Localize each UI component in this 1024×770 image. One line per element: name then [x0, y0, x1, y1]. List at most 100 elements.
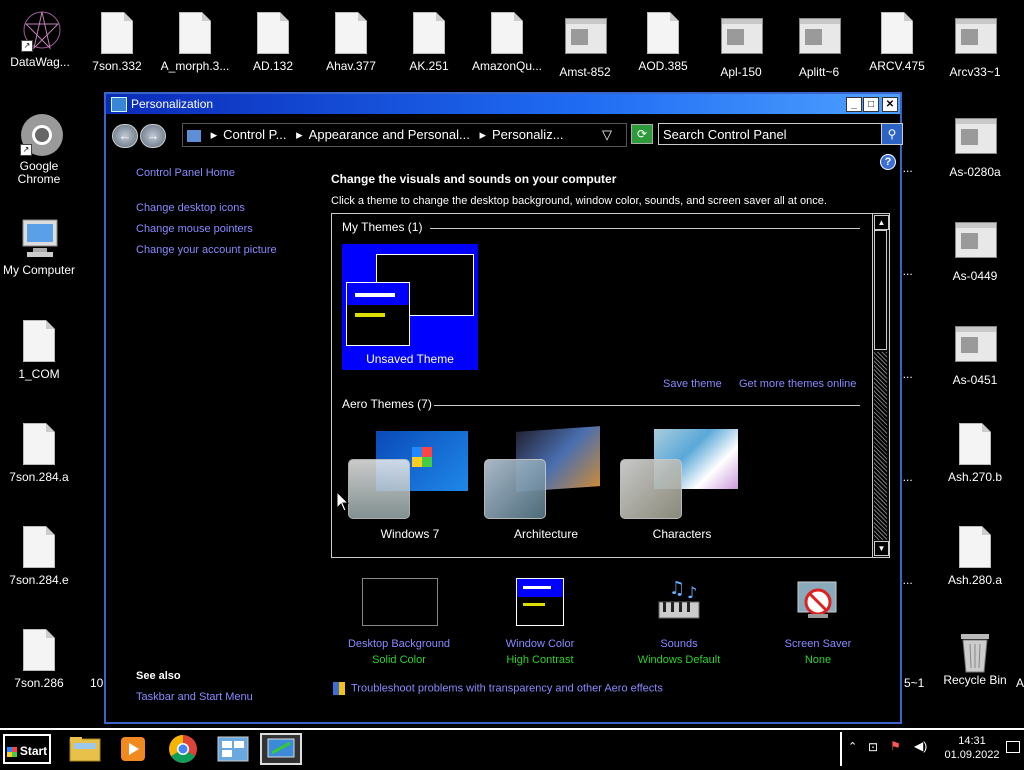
scroll-track[interactable]	[874, 352, 887, 540]
theme-characters[interactable]: Characters	[614, 429, 754, 545]
maximize-button[interactable]: □	[863, 97, 879, 112]
desktop-icon-7son-284e[interactable]: 7son.284.e	[0, 526, 79, 587]
change-desktop-icons-link[interactable]: Change desktop icons	[136, 202, 245, 214]
window-color-setting[interactable]: Window Color High Contrast	[470, 578, 610, 666]
setting-value[interactable]: Solid Color	[329, 654, 469, 666]
scroll-thumb[interactable]	[874, 230, 887, 350]
network-icon[interactable]: ⊡	[868, 740, 878, 754]
breadcrumb-item[interactable]: Personaliz...	[492, 127, 564, 142]
desktop-icon-my-computer[interactable]: My Computer	[0, 216, 79, 277]
desktop-icon-7son-284a[interactable]: 7son.284.a	[0, 423, 79, 484]
desktop-icon-label: Google Chrome	[17, 159, 61, 186]
desktop-icon-apl-150[interactable]: Apl-150	[701, 12, 781, 79]
minimize-button[interactable]: _	[846, 97, 862, 112]
control-panel-icon	[217, 736, 249, 762]
desktop-icon-amst-852[interactable]: Amst-852	[545, 12, 625, 79]
vertical-scrollbar[interactable]: ▲ ▼	[872, 214, 889, 557]
notification-icon[interactable]	[1006, 741, 1020, 753]
screen-saver-setting[interactable]: Screen Saver None	[748, 578, 888, 666]
sounds-setting[interactable]: ♫ ♪ Sounds Windows Default	[609, 578, 749, 666]
theme-label: Architecture	[513, 527, 579, 541]
explorer-taskbar-button[interactable]	[64, 733, 106, 765]
breadcrumb-item[interactable]: Appearance and Personal...	[309, 127, 470, 142]
setting-name[interactable]: Window Color	[470, 638, 610, 650]
desktop-icon-a-morph[interactable]: A_morph.3...	[155, 12, 235, 73]
taskbar: Start ⌃ ⊡ ⚑ ◀) 14:31 01.09.2022	[0, 728, 1024, 768]
search-icon[interactable]: ⚲	[881, 123, 903, 145]
desktop-icon-arcv33[interactable]: Arcv33~1	[935, 12, 1015, 79]
desktop-icon-ash-280a[interactable]: Ash.280.a	[935, 526, 1015, 587]
change-account-picture-link[interactable]: Change your account picture	[136, 244, 277, 256]
title-bar[interactable]: Personalization _ □ ✕	[106, 94, 900, 114]
page-title: Change the visuals and sounds on your co…	[331, 172, 617, 186]
scroll-up-arrow-icon[interactable]: ▲	[874, 215, 889, 230]
desktop-icon-recycle-bin[interactable]: Recycle Bin	[935, 626, 1015, 687]
desktop-icon-arcv-475[interactable]: ARCV.475	[857, 12, 937, 73]
setting-name[interactable]: Screen Saver	[748, 638, 888, 650]
mouse-cursor-icon	[336, 490, 350, 517]
desktop-icon-label: 7son.332	[92, 59, 142, 73]
troubleshoot-label[interactable]: Troubleshoot problems with transparency …	[351, 682, 663, 694]
desktop-icon-ak-251[interactable]: AK.251	[389, 12, 469, 73]
breadcrumb-item[interactable]: Control P...	[223, 127, 286, 142]
taskbar-start-menu-link[interactable]: Taskbar and Start Menu	[136, 691, 253, 703]
desktop-icon-aplitt[interactable]: Aplitt~6	[779, 12, 859, 79]
chevron-down-icon[interactable]: ▸	[479, 127, 486, 142]
theme-windows-7[interactable]: Windows 7	[342, 429, 482, 545]
dropdown-arrow-icon[interactable]: ▽	[602, 124, 612, 146]
control-panel-taskbar-button[interactable]	[212, 733, 254, 765]
personalization-taskbar-button[interactable]	[260, 733, 302, 765]
clock[interactable]: 14:31 01.09.2022	[942, 734, 1002, 762]
desktop-icon-as-0449[interactable]: As-0449	[935, 216, 1015, 283]
desktop-icon-aod-385[interactable]: AOD.385	[623, 12, 703, 73]
back-button[interactable]: ←	[112, 124, 138, 148]
folder-icon	[69, 737, 101, 762]
desktop-icon-amazonqu[interactable]: AmazonQu...	[467, 12, 547, 73]
save-theme-link[interactable]: Save theme	[663, 378, 722, 390]
help-icon[interactable]: ?	[880, 154, 896, 170]
desktop-icon-ash-270b[interactable]: Ash.270.b	[935, 423, 1015, 484]
breadcrumb[interactable]: ▸ Control P... ▸ Appearance and Personal..…	[182, 123, 627, 147]
control-panel-home-link[interactable]: Control Panel Home	[136, 167, 235, 179]
media-player-taskbar-button[interactable]	[112, 733, 154, 765]
page-subtitle: Click a theme to change the desktop back…	[331, 195, 827, 207]
theme-label: Unsaved Theme	[366, 352, 454, 366]
refresh-button[interactable]: ⟳	[631, 124, 653, 144]
theme-architecture[interactable]: Architecture	[478, 426, 618, 545]
desktop-icon-ahav-377[interactable]: Ahav.377	[311, 12, 391, 73]
desktop-background-setting[interactable]: Desktop Background Solid Color	[329, 578, 469, 666]
personalization-icon	[267, 738, 295, 758]
volume-icon[interactable]: ◀)	[914, 739, 927, 753]
show-hidden-icons-icon[interactable]: ⌃	[848, 740, 857, 753]
desktop-icon-7son-332[interactable]: 7son.332	[77, 12, 157, 73]
desktop-icon-7son-286[interactable]: 7son.286	[0, 629, 79, 690]
action-center-icon[interactable]: ⚑	[890, 739, 901, 753]
close-button[interactable]: ✕	[882, 97, 898, 112]
scroll-down-arrow-icon[interactable]: ▼	[874, 541, 889, 556]
search-input[interactable]	[658, 123, 886, 145]
document-icon	[257, 12, 289, 54]
setting-name[interactable]: Desktop Background	[329, 638, 469, 650]
desktop-icon-google-chrome[interactable]: ↗ Google Chrome	[0, 112, 79, 186]
setting-name[interactable]: Sounds	[609, 638, 749, 650]
theme-unsaved[interactable]: Unsaved Theme	[342, 244, 478, 370]
setting-value[interactable]: High Contrast	[470, 654, 610, 666]
get-more-themes-link[interactable]: Get more themes online	[739, 378, 856, 390]
setting-value[interactable]: Windows Default	[609, 654, 749, 666]
troubleshoot-link[interactable]: Troubleshoot problems with transparency …	[333, 682, 663, 695]
start-button[interactable]: Start	[3, 734, 51, 764]
setting-value[interactable]: None	[748, 654, 888, 666]
see-also-heading: See also	[136, 670, 181, 682]
chevron-down-icon[interactable]: ▸	[211, 127, 218, 142]
forward-button[interactable]: →	[140, 124, 166, 148]
document-icon	[101, 12, 133, 54]
document-icon	[23, 526, 55, 568]
chevron-down-icon[interactable]: ▸	[296, 127, 303, 142]
chrome-taskbar-button[interactable]	[162, 733, 204, 765]
desktop-icon-as-0280a[interactable]: As-0280a	[935, 112, 1015, 179]
desktop-icon-1-com[interactable]: 1_COM	[0, 320, 79, 381]
change-mouse-pointers-link[interactable]: Change mouse pointers	[136, 223, 253, 235]
desktop-icon-as-0451[interactable]: As-0451	[935, 320, 1015, 387]
desktop-icon-ad-132[interactable]: AD.132	[233, 12, 313, 73]
desktop-icon-datawag[interactable]: ↗ DataWag...	[0, 8, 80, 69]
